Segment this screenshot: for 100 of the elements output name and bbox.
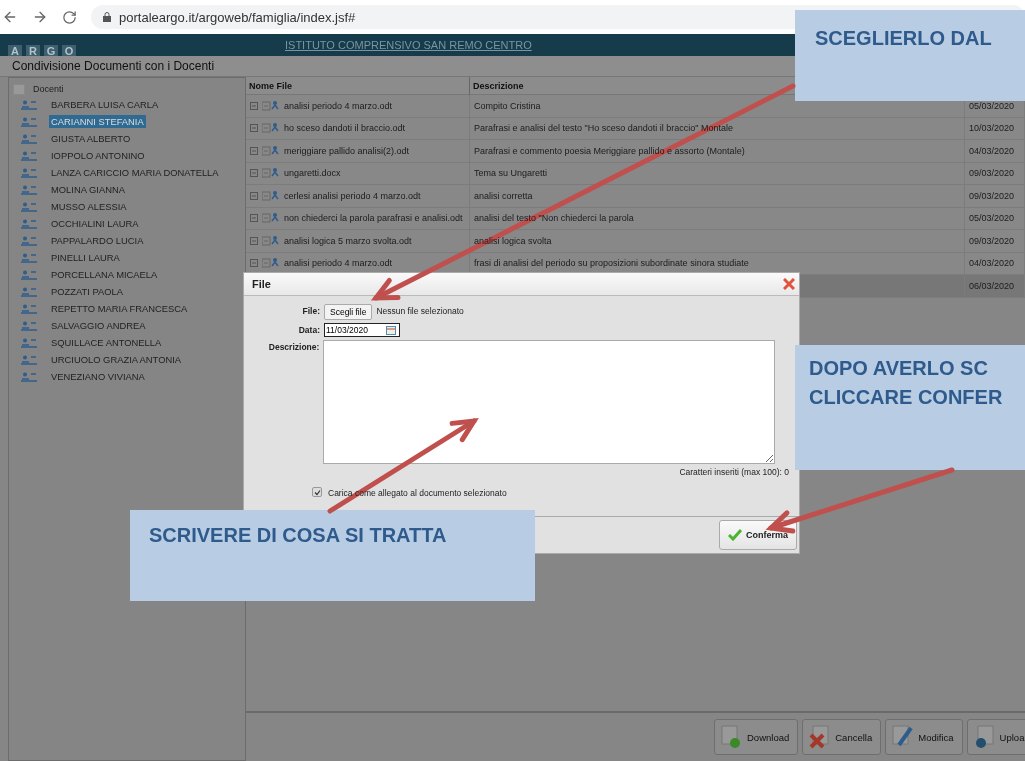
choose-file-button[interactable]: Scegli file bbox=[324, 304, 373, 320]
file-status-text: Nessun file selezionato bbox=[376, 305, 464, 316]
teacher-item[interactable]: MUSSO ALESSIA bbox=[49, 200, 129, 213]
document-plus-icon bbox=[721, 725, 743, 749]
teacher-icon bbox=[21, 303, 37, 314]
toolbar-button[interactable]: Uploa bbox=[966, 719, 1025, 755]
teacher-item[interactable]: LANZA CARICCIO MARIA DONATELLA bbox=[49, 166, 221, 179]
date-cell: 09/03/2020 bbox=[965, 230, 1025, 253]
expand-icon[interactable] bbox=[250, 101, 258, 110]
column-header[interactable]: Nome File bbox=[249, 80, 292, 91]
teacher-icon bbox=[21, 218, 37, 229]
description-field[interactable] bbox=[323, 340, 775, 464]
teacher-icon bbox=[21, 320, 37, 331]
expand-icon[interactable] bbox=[250, 169, 258, 178]
expand-icon[interactable] bbox=[250, 191, 258, 200]
file-cell: analisi periodo 4 marzo.odt bbox=[246, 95, 470, 118]
teacher-icon bbox=[21, 371, 37, 382]
expand-icon[interactable] bbox=[250, 214, 258, 223]
file-cell: analisi logica 5 marzo svolta.odt bbox=[246, 230, 470, 253]
date-cell: 10/03/2020 bbox=[965, 117, 1025, 140]
expand-icon[interactable] bbox=[250, 146, 258, 155]
toolbar-button[interactable]: Download bbox=[714, 719, 799, 755]
teacher-icon bbox=[21, 235, 37, 246]
expand-icon[interactable] bbox=[250, 259, 258, 268]
document-user-icon bbox=[262, 98, 280, 113]
teacher-item[interactable]: SALVAGGIO ANDREA bbox=[49, 319, 148, 332]
dialog-title: File bbox=[252, 278, 271, 290]
date-cell: 09/03/2020 bbox=[965, 162, 1025, 185]
teacher-item[interactable]: VENEZIANO VIVIANA bbox=[49, 370, 147, 383]
callout-text: SCEGLIERLO DAL bbox=[815, 27, 993, 50]
reload-icon[interactable] bbox=[62, 9, 77, 25]
teacher-item[interactable]: GIUSTA ALBERTO bbox=[49, 132, 133, 145]
logo-letter: G bbox=[44, 45, 58, 56]
date-cell: 04/03/2020 bbox=[965, 252, 1025, 275]
teacher-icon bbox=[21, 269, 37, 280]
field-label: Descrizione: bbox=[267, 341, 320, 352]
teacher-icon bbox=[21, 286, 37, 297]
logo-letter: A bbox=[8, 45, 22, 56]
back-icon[interactable] bbox=[2, 9, 18, 25]
date-cell: 06/03/2020 bbox=[965, 275, 1025, 298]
document-user-icon bbox=[262, 211, 280, 226]
character-counter: Caratteri inseriti (max 100): 0 bbox=[679, 467, 789, 477]
teacher-icon bbox=[21, 133, 37, 144]
teacher-item[interactable]: URCIUOLO GRAZIA ANTONIA bbox=[49, 353, 184, 366]
callout-text: CLICCARE CONFER bbox=[809, 386, 1004, 409]
document-user-icon bbox=[262, 256, 280, 271]
teacher-item[interactable]: SQUILLACE ANTONELLA bbox=[49, 336, 164, 349]
teacher-item[interactable]: OCCHIALINI LAURA bbox=[49, 217, 141, 230]
document-pencil-icon bbox=[892, 725, 915, 749]
toolbar-button[interactable]: Modifica bbox=[885, 719, 963, 755]
teacher-item[interactable]: CARIANNI STEFANIA bbox=[49, 115, 146, 128]
document-user-icon bbox=[262, 233, 280, 248]
teacher-icon bbox=[21, 354, 37, 365]
column-header[interactable]: Descrizione bbox=[473, 80, 524, 91]
document-user-icon bbox=[262, 121, 280, 136]
teacher-icon bbox=[21, 116, 37, 127]
file-cell: cerlesi analisi periodo 4 marzo.odt bbox=[246, 185, 470, 208]
teacher-item[interactable]: REPETTO MARIA FRANCESCA bbox=[49, 302, 190, 315]
description-cell: analisi corretta bbox=[470, 185, 965, 208]
field-label: Data: bbox=[297, 324, 320, 335]
file-cell: ungaretti.docx bbox=[246, 162, 470, 185]
teacher-item[interactable]: IOPPOLO ANTONINO bbox=[49, 149, 147, 162]
document-user-icon bbox=[262, 188, 280, 203]
teacher-icon bbox=[21, 184, 37, 195]
teacher-item[interactable]: POZZATI PAOLA bbox=[49, 285, 126, 298]
lock-icon bbox=[103, 12, 111, 22]
expand-icon[interactable] bbox=[250, 124, 258, 133]
tree-root-label: Docenti bbox=[33, 84, 64, 94]
document-plus-icon bbox=[973, 725, 996, 749]
teacher-icon bbox=[21, 252, 37, 263]
checkbox[interactable] bbox=[312, 487, 322, 497]
description-cell: analisi logica svolta bbox=[470, 230, 965, 253]
teacher-item[interactable]: BARBERA LUISA CARLA bbox=[49, 98, 161, 111]
file-cell: meriggiare pallido analisi(2).odt bbox=[246, 140, 470, 163]
teacher-item[interactable]: PAPPALARDO LUCIA bbox=[49, 234, 146, 247]
teacher-icon bbox=[21, 201, 37, 212]
date-field[interactable]: 11/03/2020 bbox=[324, 323, 400, 337]
callout-text: SCRIVERE DI COSA SI TRATTA bbox=[149, 524, 448, 547]
toolbar-button[interactable]: Cancella bbox=[802, 719, 882, 755]
description-cell: Parafrasi e commento poesia Meriggiare pallido e assorto (Montale) bbox=[470, 140, 965, 163]
expand-icon[interactable] bbox=[250, 236, 258, 245]
teacher-item[interactable]: PINELLI LAURA bbox=[49, 251, 122, 264]
document-user-icon bbox=[262, 143, 280, 158]
date-cell: 05/03/2020 bbox=[965, 207, 1025, 230]
forward-icon[interactable] bbox=[32, 9, 48, 25]
teacher-icon bbox=[21, 167, 37, 178]
document-cross-icon bbox=[809, 725, 832, 749]
file-cell: ho sceso dandoti il braccio.odt bbox=[246, 117, 470, 140]
logo-letter: R bbox=[26, 45, 40, 56]
date-cell: 04/03/2020 bbox=[965, 140, 1025, 163]
file-cell: non chiederci la parola parafrasi e analisi.odt bbox=[246, 207, 470, 230]
teacher-item[interactable]: PORCELLANA MICAELA bbox=[49, 268, 160, 281]
logo-letter: O bbox=[62, 45, 76, 56]
checkmark-icon bbox=[728, 529, 742, 541]
date-cell: 09/03/2020 bbox=[965, 185, 1025, 208]
teacher-item[interactable]: MOLINA GIANNA bbox=[49, 183, 127, 196]
field-label: File: bbox=[301, 305, 320, 316]
close-button[interactable] bbox=[783, 278, 795, 290]
calendar-icon[interactable] bbox=[386, 325, 396, 335]
teacher-icon bbox=[21, 99, 37, 110]
